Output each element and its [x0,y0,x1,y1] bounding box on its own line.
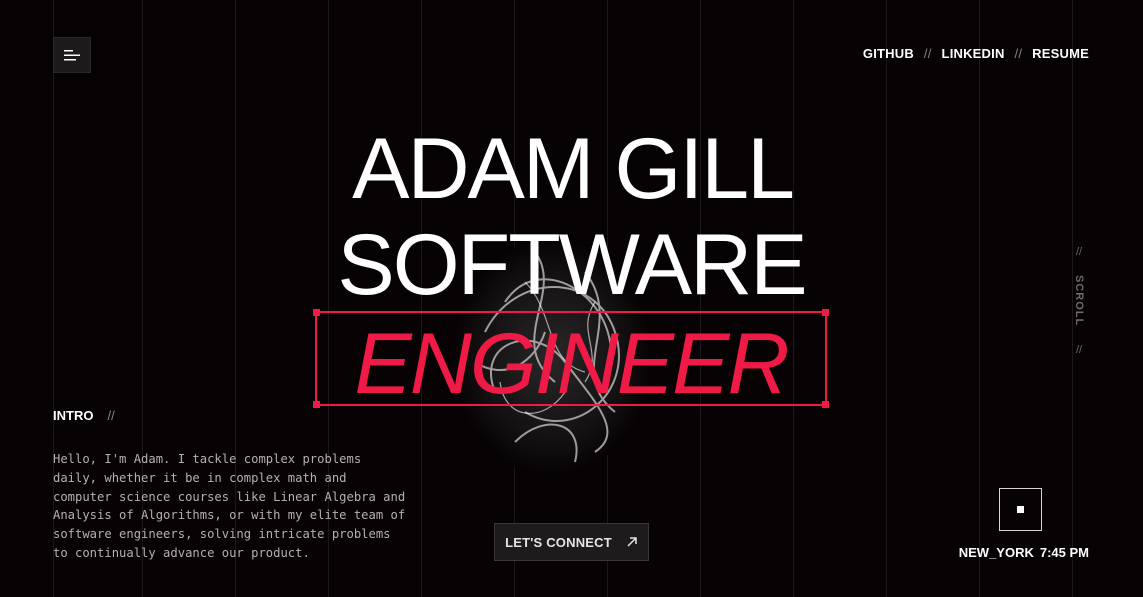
intro-title: INTRO [53,408,94,423]
clock-location: NEW_YORK [958,545,1034,560]
intro-heading: INTRO // [53,408,115,423]
stop-button[interactable] [999,488,1042,531]
menu-icon [64,50,80,61]
nav-separator: // [923,46,932,61]
lets-connect-button[interactable]: LET'S CONNECT [494,523,649,561]
intro-paragraph: Hello, I'm Adam. I tackle complex proble… [53,452,406,560]
hero-name: ADAM GILL [352,121,795,217]
nav-github-link[interactable]: GITHUB [863,46,914,61]
engineer-highlight-box: ENGINEER [313,309,829,412]
nav-linkedin-link[interactable]: LINKEDIN [942,46,1005,61]
hero-role: ENGINEER [354,316,789,412]
top-nav: GITHUB // LINKEDIN // RESUME [863,46,1089,61]
lets-connect-label: LET'S CONNECT [505,534,612,550]
menu-button[interactable] [53,37,91,73]
hero-heading: ADAM GILL SOFTWARE [0,126,1143,308]
location-clock: NEW_YORK 7:45 PM [959,545,1089,560]
hero-title-line: SOFTWARE [337,217,807,313]
arrow-up-right-icon [627,537,637,547]
intro-separator: // [107,408,115,423]
clock-time: 7:45 PM [1039,545,1089,560]
nav-separator: // [1014,46,1023,61]
nav-resume-link[interactable]: RESUME [1032,46,1089,61]
stop-icon [1017,506,1024,513]
scroll-separator-bottom: // [1075,343,1083,356]
